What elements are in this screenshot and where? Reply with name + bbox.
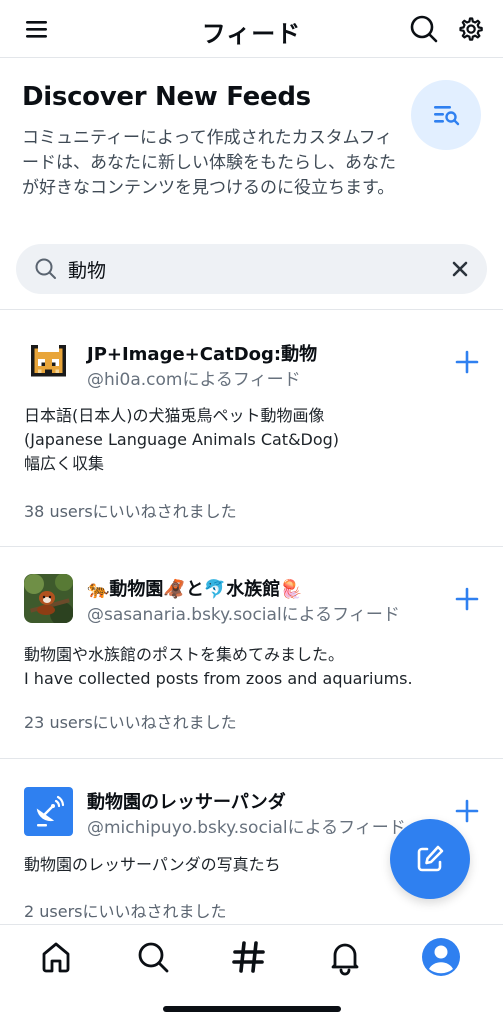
feed-description: 動物園のレッサーパンダの写真たち bbox=[24, 855, 281, 874]
feed-item[interactable]: 🐅動物園🦧と🐬水族館🪼 @sasanaria.bsky.socialによるフィー… bbox=[0, 547, 503, 759]
home-icon[interactable] bbox=[36, 937, 76, 977]
top-bar: フィード bbox=[0, 0, 503, 58]
discover-title: Discover New Feeds bbox=[22, 82, 311, 112]
feed-author: @michipuyo.bsky.socialによるフィード bbox=[87, 818, 406, 838]
search-icon[interactable] bbox=[409, 14, 439, 44]
feed-name: 動物園のレッサーパンダ bbox=[87, 792, 286, 813]
add-feed-button[interactable] bbox=[455, 587, 479, 611]
search-icon[interactable] bbox=[133, 937, 173, 977]
discover-section: Discover New Feeds コミュニティーによって作成されたカスタムフ… bbox=[0, 58, 503, 310]
search-icon bbox=[35, 258, 56, 279]
add-feed-button[interactable] bbox=[455, 799, 479, 823]
compose-button[interactable] bbox=[390, 819, 470, 899]
profile-avatar-icon[interactable] bbox=[421, 937, 461, 977]
notification-bell-icon[interactable] bbox=[325, 937, 365, 977]
feed-name: 🐅動物園🦧と🐬水族館🪼 bbox=[87, 579, 303, 600]
feed-author: @hi0a.comによるフィード bbox=[87, 370, 301, 390]
discover-description: コミュニティーによって作成されたカスタムフィードは、あなたに新しい体験をもたらし… bbox=[22, 128, 396, 198]
feed-name: JP+Image+CatDog:動物 bbox=[87, 344, 318, 365]
home-indicator bbox=[163, 1006, 341, 1012]
list-search-icon bbox=[411, 80, 481, 150]
feed-like-count[interactable]: 38 usersにいいねされました bbox=[24, 498, 237, 522]
feed-author: @sasanaria.bsky.socialによるフィード bbox=[87, 605, 400, 625]
feed-like-count[interactable]: 23 usersにいいねされました bbox=[24, 709, 237, 733]
pixel-cat-avatar bbox=[24, 338, 73, 387]
feed-item[interactable]: JP+Image+CatDog:動物 @hi0a.comによるフィード 日本語(… bbox=[0, 310, 503, 547]
feed-description: 日本語(日本人)の犬猫兎鳥ペット動物画像 (Japanese Language … bbox=[24, 406, 340, 473]
compose-icon bbox=[417, 845, 444, 872]
feed-description: 動物園や水族館のポストを集めてみました。 I have collected po… bbox=[24, 645, 413, 688]
satellite-dish-avatar bbox=[24, 787, 73, 836]
feed-search-bar bbox=[16, 244, 487, 294]
hashtag-icon[interactable] bbox=[229, 937, 269, 977]
red-panda-photo-avatar bbox=[24, 574, 73, 623]
search-input[interactable] bbox=[68, 244, 428, 294]
close-icon[interactable] bbox=[450, 259, 470, 279]
feed-like-count[interactable]: 2 usersにいいねされました bbox=[24, 898, 227, 922]
add-feed-button[interactable] bbox=[455, 350, 479, 374]
gear-icon[interactable] bbox=[457, 15, 485, 43]
